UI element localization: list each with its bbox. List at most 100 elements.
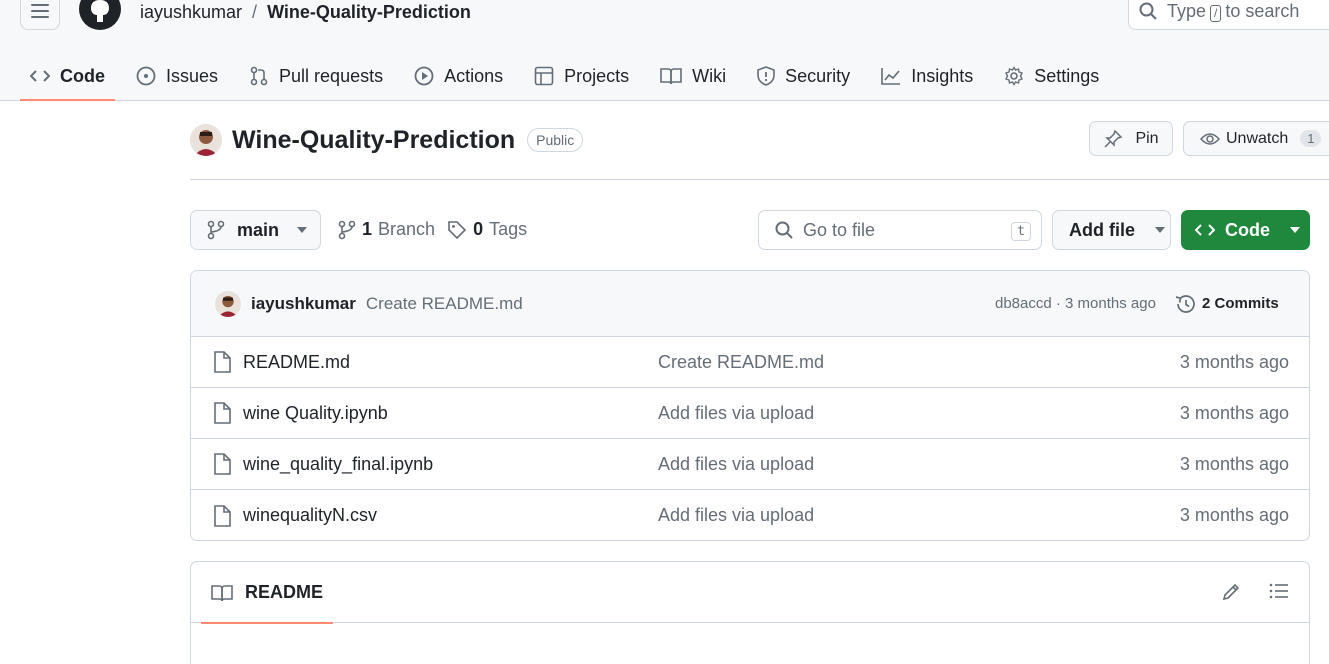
readme-tab-label: README [245, 582, 324, 602]
tab-pull-requests[interactable]: Pull requests [239, 52, 393, 100]
breadcrumb-owner-link[interactable]: iayushkumar [140, 2, 242, 23]
commit-hash-time[interactable]: db8accd · 3 months ago [995, 295, 1156, 312]
tag-count: 0 [473, 219, 484, 239]
tab-label: Wiki [692, 65, 727, 86]
github-logo-icon[interactable] [79, 0, 121, 30]
file-row[interactable]: README.md Create README.md 3 months ago [191, 337, 1309, 388]
tab-readme[interactable]: README [201, 562, 334, 624]
code-icon [1195, 224, 1215, 236]
file-icon [214, 453, 231, 475]
graph-icon [881, 68, 901, 85]
tab-settings[interactable]: Settings [994, 52, 1109, 100]
list-unordered-icon[interactable] [1269, 582, 1289, 600]
issue-icon [136, 66, 156, 86]
code-icon [30, 70, 50, 82]
unwatch-button[interactable]: Unwatch 1 [1183, 121, 1329, 156]
file-commit-time: 3 months ago [1179, 402, 1289, 423]
header-divider [190, 179, 1329, 180]
commit-author-link[interactable]: iayushkumar [251, 294, 356, 314]
branch-count: 1 [362, 219, 373, 239]
pin-label: Pin [1135, 129, 1159, 147]
visibility-badge: Public [527, 128, 584, 152]
tab-issues[interactable]: Issues [126, 52, 228, 100]
commits-history-link[interactable]: 2 Commits [1174, 294, 1279, 314]
avatar[interactable] [190, 124, 222, 156]
branch-select-button[interactable]: main [190, 210, 321, 250]
file-commit-message-link[interactable]: Add files via upload [658, 505, 814, 526]
play-icon [414, 66, 434, 86]
branches-link[interactable]: 1 Branch [338, 219, 435, 240]
file-row[interactable]: winequalityN.csv Add files via upload 3 … [191, 490, 1309, 540]
avatar[interactable] [215, 290, 241, 317]
eye-icon [1200, 132, 1220, 145]
breadcrumb-repo-link[interactable]: Wine-Quality-Prediction [267, 2, 471, 23]
menu-button[interactable] [20, 0, 60, 30]
tab-label: Actions [444, 65, 504, 86]
unwatch-label: Unwatch [1226, 129, 1289, 147]
file-commit-message-link[interactable]: Create README.md [658, 352, 824, 373]
file-commit-time: 3 months ago [1179, 505, 1289, 525]
file-icon [214, 351, 231, 373]
go-to-file-input[interactable]: Go to file t [758, 210, 1042, 250]
file-name-link[interactable]: wine Quality.ipynb [243, 403, 388, 424]
tab-label: Security [785, 65, 851, 86]
readme-panel: README [190, 561, 1310, 664]
search-placeholder-prefix: Type [1167, 0, 1207, 21]
file-name-link[interactable]: wine_quality_final.ipynb [243, 454, 433, 475]
tab-actions[interactable]: Actions [404, 52, 513, 100]
search-shortcut-key: / [1210, 4, 1222, 22]
book-icon [211, 584, 233, 601]
readme-header: README [191, 562, 1309, 624]
code-button[interactable]: Code [1181, 210, 1310, 250]
file-commit-message-link[interactable]: Add files via upload [658, 403, 814, 424]
hamburger-icon [31, 4, 49, 18]
tab-label: Issues [166, 65, 219, 86]
search-placeholder-suffix: to search [1225, 0, 1300, 21]
tag-icon [448, 220, 467, 239]
go-to-file-shortcut: t [1011, 222, 1031, 241]
page-title[interactable]: Wine-Quality-Prediction [232, 126, 515, 155]
branch-word: Branch [378, 219, 436, 239]
tab-projects[interactable]: Projects [524, 52, 639, 100]
tab-label: Projects [564, 65, 630, 86]
file-icon [214, 402, 231, 424]
tab-wiki[interactable]: Wiki [650, 52, 736, 100]
tab-label: Insights [911, 65, 974, 86]
tags-link[interactable]: 0 Tags [447, 219, 527, 240]
search-icon [775, 221, 793, 239]
add-file-button[interactable]: Add file [1052, 210, 1171, 250]
tab-security[interactable]: Security [747, 52, 860, 100]
add-file-label: Add file [1069, 219, 1135, 240]
top-header: iayushkumar / Wine-Quality-Prediction Ty… [0, 0, 1329, 101]
gear-icon [1005, 66, 1024, 86]
search-input[interactable]: Type / to search [1128, 0, 1329, 30]
commits-count: 2 Commits [1202, 295, 1279, 312]
tab-insights[interactable]: Insights [871, 52, 983, 100]
git-branch-icon [338, 220, 356, 239]
breadcrumb-separator: / [252, 2, 258, 22]
tab-label: Pull requests [279, 65, 384, 86]
file-commit-time: 3 months ago [1179, 453, 1289, 474]
tab-label: Settings [1034, 65, 1100, 86]
branch-name: main [237, 219, 280, 240]
pencil-icon[interactable] [1221, 582, 1241, 602]
code-label: Code [1225, 219, 1270, 240]
file-commit-message-link[interactable]: Add files via upload [658, 454, 814, 475]
pin-button[interactable]: Pin [1089, 121, 1173, 156]
file-list: iayushkumar Create README.md db8accd · 3… [190, 270, 1310, 541]
repo-meta-links: 1 Branch 0 Tags [338, 219, 533, 240]
tab-code[interactable]: Code [20, 52, 115, 101]
file-row[interactable]: wine Quality.ipynb Add files via upload … [191, 388, 1309, 439]
pin-icon [1104, 129, 1123, 148]
file-row[interactable]: wine_quality_final.ipynb Add files via u… [191, 439, 1309, 490]
file-commit-time: 3 months ago [1179, 351, 1289, 372]
file-name-link[interactable]: README.md [243, 352, 350, 373]
repo-header: Wine-Quality-Prediction Public [190, 124, 584, 156]
commit-message-link[interactable]: Create README.md [366, 294, 523, 314]
tag-word: Tags [489, 219, 528, 239]
shield-icon [757, 66, 775, 86]
file-name-link[interactable]: winequalityN.csv [243, 505, 377, 526]
breadcrumb: iayushkumar / Wine-Quality-Prediction [140, 2, 471, 23]
git-branch-icon [207, 220, 225, 240]
latest-commit-row: iayushkumar Create README.md db8accd · 3… [191, 271, 1309, 337]
